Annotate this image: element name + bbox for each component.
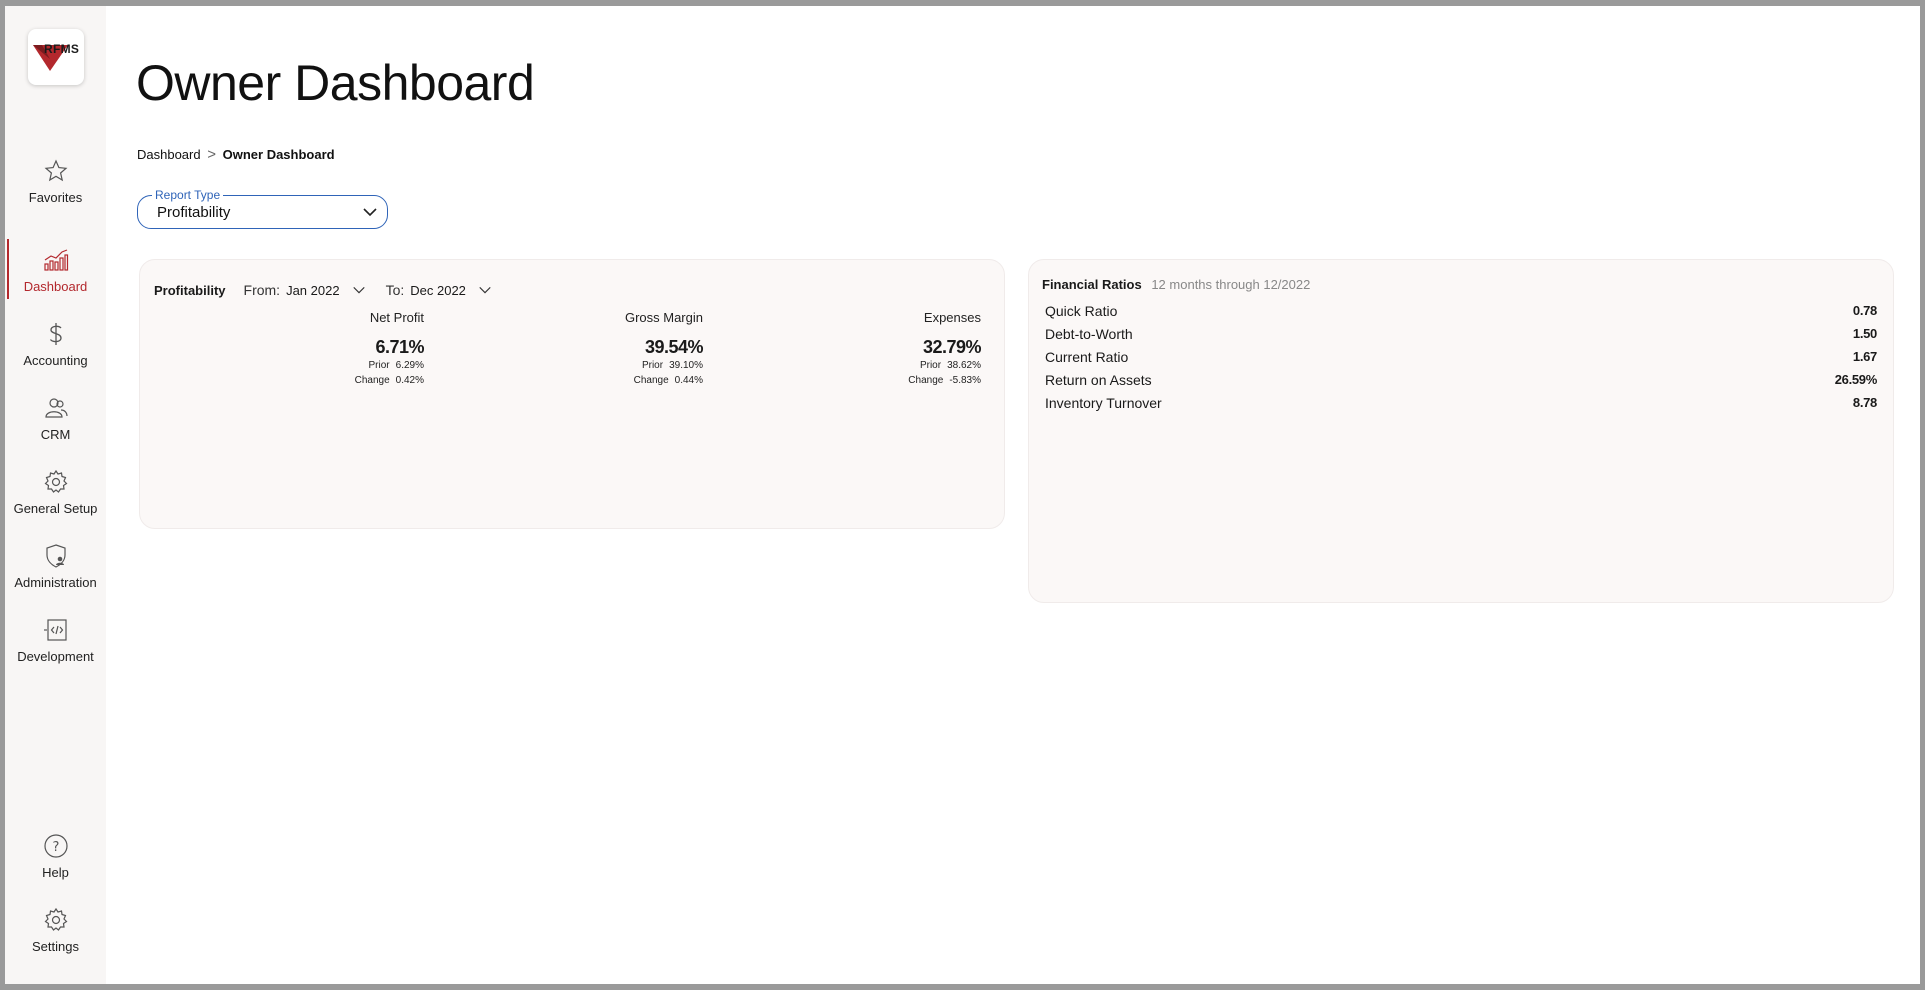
app-window: RFMS Favorites Dashboard Accounting CRM … xyxy=(0,0,1925,990)
code-icon xyxy=(43,619,67,641)
prior-value: 6.29% xyxy=(395,360,424,371)
prior-value: 38.62% xyxy=(947,360,981,371)
change-label: Change xyxy=(354,375,390,386)
change-value: -5.83% xyxy=(949,375,981,386)
change-label: Change xyxy=(908,375,944,386)
metric-net-profit: Net Profit 6.71% Prior 6.29% Change 0.42% xyxy=(224,310,425,388)
ratio-value: 8.78 xyxy=(1852,395,1877,410)
ratio-value: 1.50 xyxy=(1852,326,1877,341)
breadcrumb-separator: > xyxy=(207,146,216,163)
financial-ratios-period: 12 months through 12/2022 xyxy=(1151,277,1311,292)
metric-change: Change 0.44% xyxy=(503,373,703,388)
profitability-header: Profitability From: Jan 2022 To: Dec 202… xyxy=(154,282,512,298)
ratio-row-current-ratio: Current Ratio 1.67 xyxy=(1045,349,1877,365)
metric-label: Expenses xyxy=(923,310,981,325)
from-label: From: xyxy=(243,282,281,298)
ratio-label: Current Ratio xyxy=(1045,349,1129,365)
main-content: Owner Dashboard Dashboard > Owner Dashbo… xyxy=(106,6,1920,984)
metric-prior: Prior 38.62% xyxy=(781,358,981,373)
sidebar-item-accounting[interactable]: Accounting xyxy=(5,321,106,385)
report-type-value: Profitability xyxy=(157,204,231,221)
profitability-card: Profitability From: Jan 2022 To: Dec 202… xyxy=(139,259,1005,529)
sidebar-item-label: Dashboard xyxy=(23,279,88,294)
to-date-chevron-down-icon[interactable] xyxy=(478,283,492,297)
breadcrumb-root[interactable]: Dashboard xyxy=(137,147,201,162)
chevron-down-icon xyxy=(363,208,377,217)
breadcrumb-current: Owner Dashboard xyxy=(222,147,335,162)
ratio-value: 1.67 xyxy=(1852,349,1877,364)
metric-prior: Prior 39.10% xyxy=(503,358,703,373)
from-date-value[interactable]: Jan 2022 xyxy=(286,283,340,298)
sidebar-item-label: Administration xyxy=(14,575,97,590)
metric-change: Change -5.83% xyxy=(781,373,981,388)
metric-label: Gross Margin xyxy=(624,310,703,325)
sidebar-item-crm[interactable]: CRM xyxy=(5,395,106,459)
prior-value: 39.10% xyxy=(669,360,703,371)
ratio-row-debt-to-worth: Debt-to-Worth 1.50 xyxy=(1045,326,1877,342)
star-icon xyxy=(44,159,67,182)
sidebar-item-label: General Setup xyxy=(13,501,98,516)
metric-expenses: Expenses 32.79% Prior 38.62% Change -5.83% xyxy=(781,310,981,388)
metric-label: Net Profit xyxy=(369,310,424,325)
financial-ratios-card: Financial Ratios 12 months through 12/20… xyxy=(1028,259,1894,603)
prior-label: Prior xyxy=(641,360,664,371)
sidebar-item-label: CRM xyxy=(40,427,71,442)
sidebar-item-label: Development xyxy=(17,649,94,664)
gear-icon xyxy=(44,907,67,931)
prior-label: Prior xyxy=(919,360,942,371)
sidebar-item-favorites[interactable]: Favorites xyxy=(5,158,106,222)
prior-label: Prior xyxy=(368,360,390,371)
sidebar-item-general-setup[interactable]: General Setup xyxy=(5,469,106,533)
ratio-row-inventory-turnover: Inventory Turnover 8.78 xyxy=(1045,395,1877,411)
sidebar-item-label: Help xyxy=(42,865,69,880)
sidebar-item-settings[interactable]: Settings xyxy=(5,907,106,971)
sidebar-item-label: Accounting xyxy=(23,353,88,368)
rfms-logo[interactable]: RFMS xyxy=(28,29,84,85)
financial-ratios-header: Financial Ratios 12 months through 12/20… xyxy=(1042,277,1310,292)
sidebar-item-development[interactable]: Development xyxy=(5,617,106,681)
ratio-row-return-on-assets: Return on Assets 26.59% xyxy=(1045,372,1877,388)
logo-mark xyxy=(33,45,68,71)
ratio-label: Return on Assets xyxy=(1045,372,1152,388)
financial-ratios-title: Financial Ratios xyxy=(1042,277,1142,292)
sidebar-item-label: Favorites xyxy=(28,190,83,205)
question-icon: ? xyxy=(43,834,68,858)
logo-text: RFMS xyxy=(44,42,80,56)
change-value: 0.42% xyxy=(395,375,424,386)
metric-change: Change 0.42% xyxy=(224,373,424,388)
users-icon xyxy=(44,398,68,418)
shield-user-icon xyxy=(45,544,66,568)
ratio-label: Inventory Turnover xyxy=(1045,395,1162,411)
to-date-value[interactable]: Dec 2022 xyxy=(410,283,466,298)
profitability-title: Profitability xyxy=(154,282,226,298)
metric-value: 32.79% xyxy=(922,337,982,357)
metric-value: 39.54% xyxy=(644,337,704,357)
change-label: Change xyxy=(633,375,669,386)
metric-value: 6.71% xyxy=(375,337,424,357)
from-date-chevron-down-icon[interactable] xyxy=(352,283,366,297)
report-type-select[interactable]: Report Type Profitability xyxy=(137,188,388,229)
ratio-value: 26.59% xyxy=(1834,372,1878,387)
dollar-icon xyxy=(49,323,62,345)
metric-gross-margin: Gross Margin 39.54% Prior 39.10% Change 0.… xyxy=(503,310,704,388)
breadcrumb: Dashboard > Owner Dashboard xyxy=(137,146,335,163)
to-label: To: xyxy=(385,282,405,298)
page-title: Owner Dashboard xyxy=(136,55,535,111)
ratio-label: Quick Ratio xyxy=(1045,303,1118,319)
report-type-label: Report Type xyxy=(152,188,224,202)
sidebar-item-help[interactable]: ? Help xyxy=(5,833,106,897)
sidebar: RFMS Favorites Dashboard Accounting CRM … xyxy=(5,6,106,984)
gear-icon xyxy=(44,469,67,493)
ratio-row-quick-ratio: Quick Ratio 0.78 xyxy=(1045,303,1877,319)
sidebar-item-label: Settings xyxy=(32,939,79,954)
sidebar-item-dashboard[interactable]: Dashboard xyxy=(5,239,106,311)
metric-prior: Prior 6.29% xyxy=(224,358,424,373)
svg-text:?: ? xyxy=(52,840,59,855)
ratio-value: 0.78 xyxy=(1852,303,1877,318)
ratio-label: Debt-to-Worth xyxy=(1045,326,1133,342)
change-value: 0.44% xyxy=(674,375,703,386)
sidebar-item-administration[interactable]: Administration xyxy=(5,543,106,607)
chart-icon xyxy=(43,249,68,271)
